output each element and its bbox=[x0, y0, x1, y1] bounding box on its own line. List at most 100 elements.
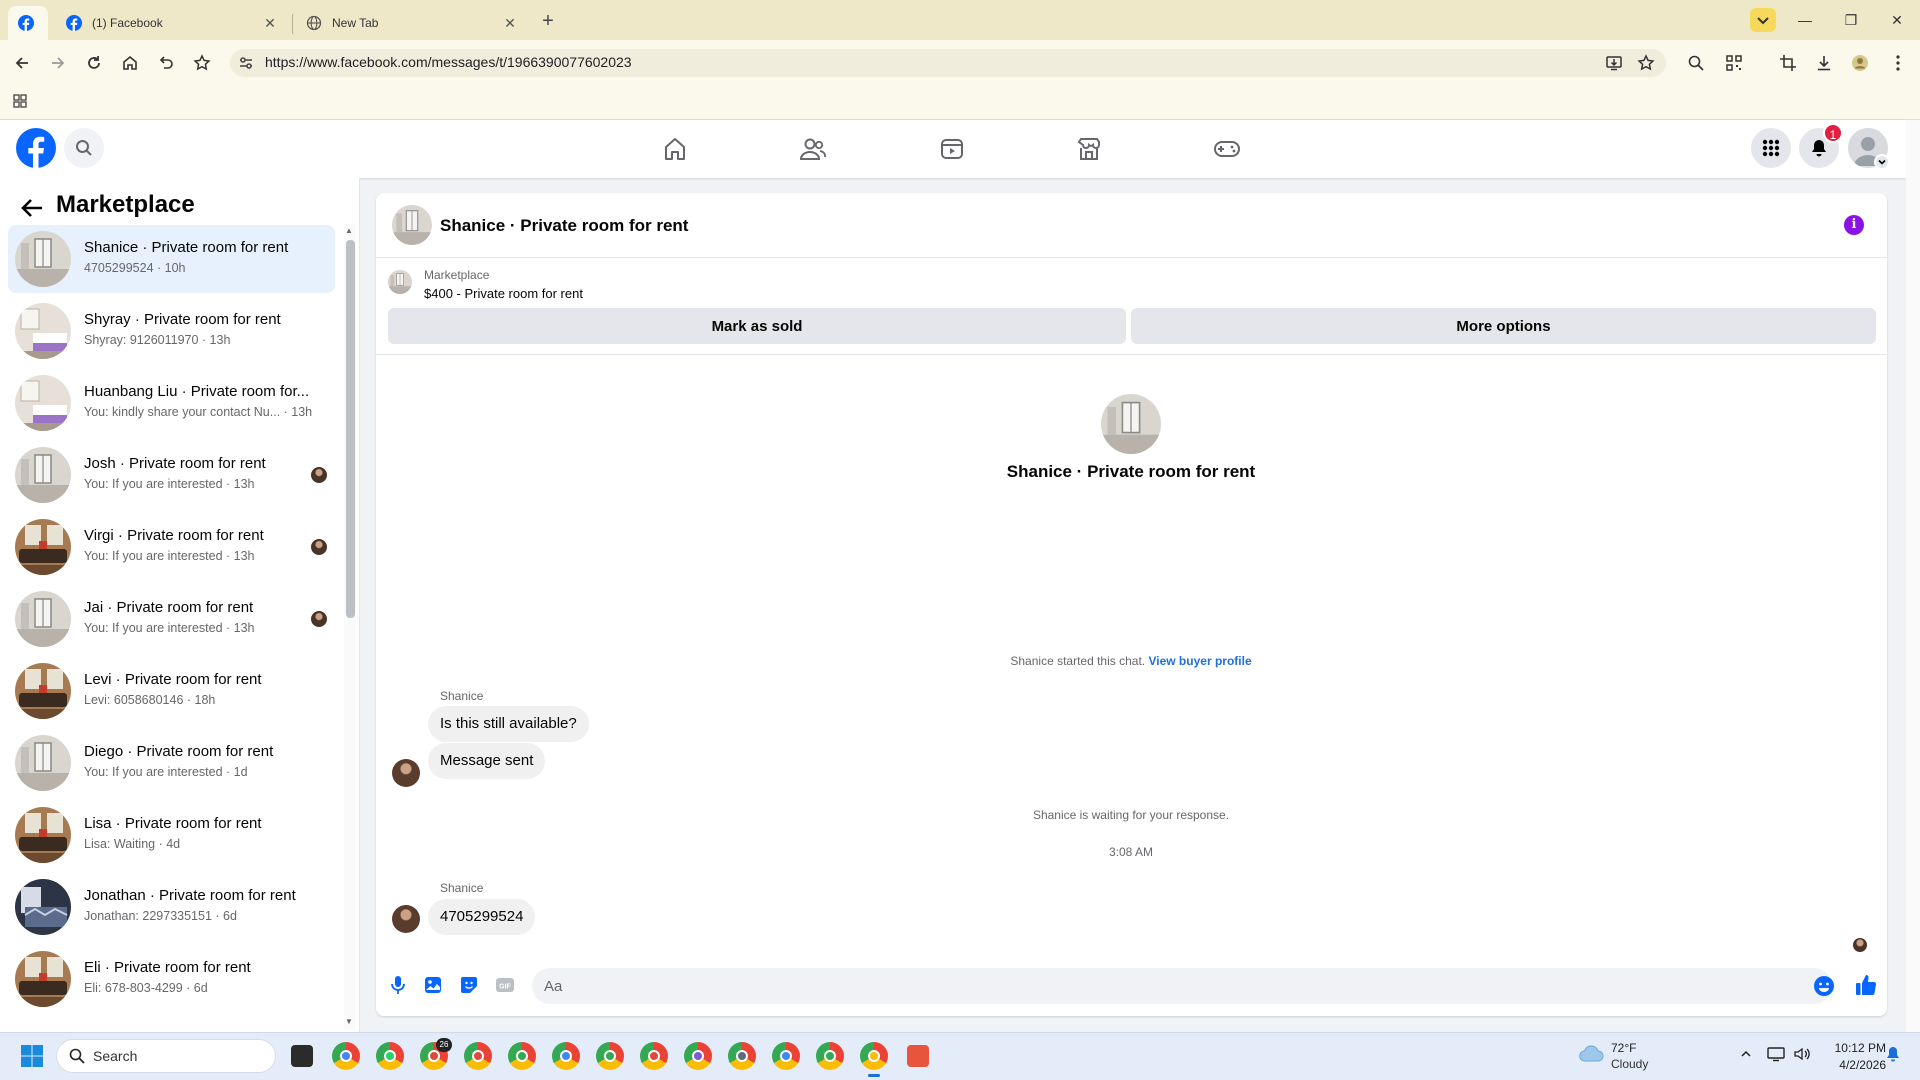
bookmark-page-button[interactable] bbox=[1634, 51, 1658, 75]
message-bubble[interactable]: Is this still available? bbox=[428, 706, 589, 742]
chrome-profile-icon[interactable] bbox=[596, 1042, 624, 1070]
sender-avatar[interactable] bbox=[392, 759, 420, 787]
info-icon[interactable]: i bbox=[1844, 215, 1864, 235]
facebook-search-button[interactable] bbox=[64, 128, 104, 168]
tab-search-button[interactable] bbox=[1750, 8, 1776, 32]
nav-video[interactable] bbox=[936, 133, 968, 165]
undo-button[interactable] bbox=[154, 51, 178, 75]
tab-facebook[interactable]: (1) Facebook ✕ bbox=[56, 6, 288, 40]
nav-home[interactable] bbox=[659, 133, 691, 165]
url-text[interactable]: https://www.facebook.com/messages/t/1966… bbox=[265, 54, 632, 70]
globe-icon bbox=[306, 15, 322, 31]
restore-button[interactable]: ❐ bbox=[1828, 8, 1874, 32]
conversation-item[interactable]: Shyray · Private room for rent Shyray: 91… bbox=[8, 297, 335, 365]
tab-pinned-facebook[interactable] bbox=[8, 6, 48, 40]
voice-clip-button[interactable] bbox=[386, 973, 410, 997]
reload-button[interactable] bbox=[82, 51, 106, 75]
show-hidden-icons-button[interactable] bbox=[1737, 1045, 1755, 1063]
scroll-down-arrow-icon[interactable]: ▼ bbox=[345, 1017, 353, 1026]
chrome-profile-icon[interactable] bbox=[640, 1042, 668, 1070]
listing-photo bbox=[15, 591, 71, 647]
conversation-item[interactable]: Diego · Private room for rent You: If you… bbox=[8, 729, 335, 797]
chrome-profile-icon[interactable] bbox=[860, 1042, 888, 1077]
message-bubble[interactable]: 4705299524 bbox=[428, 899, 536, 935]
notification-center-button[interactable] bbox=[1884, 1045, 1902, 1063]
page-scrollbar[interactable] bbox=[1906, 120, 1920, 1032]
nav-friends[interactable] bbox=[797, 133, 829, 165]
network-button[interactable] bbox=[1767, 1045, 1785, 1063]
crop-button[interactable] bbox=[1776, 51, 1800, 75]
apps-shortcut[interactable] bbox=[8, 89, 32, 113]
windows-start-icon[interactable] bbox=[20, 1044, 44, 1068]
view-buyer-profile-link[interactable]: View buyer profile bbox=[1148, 654, 1251, 668]
weather-temperature[interactable]: 72°F bbox=[1611, 1041, 1636, 1055]
profile-button[interactable] bbox=[1848, 51, 1872, 75]
nav-gaming[interactable] bbox=[1211, 133, 1243, 165]
close-window-button[interactable]: ✕ bbox=[1874, 8, 1920, 32]
browser-menu-button[interactable] bbox=[1886, 51, 1910, 75]
account-menu-caret[interactable] bbox=[1874, 154, 1890, 170]
whatsapp-icon[interactable] bbox=[376, 1042, 404, 1070]
chrome-profile-icon[interactable] bbox=[816, 1042, 844, 1070]
message-input[interactable] bbox=[532, 968, 1832, 1004]
conversation-scrollbar-thumb[interactable] bbox=[346, 240, 355, 618]
listing-thumbnail[interactable] bbox=[388, 270, 412, 294]
conversation-item[interactable]: Eli · Private room for rent Eli: 678-803-… bbox=[8, 945, 335, 1013]
thumbs-up-icon[interactable] bbox=[1853, 972, 1879, 998]
new-tab-button[interactable]: + bbox=[536, 10, 560, 34]
back-button[interactable] bbox=[10, 51, 34, 75]
chrome-profile-icon[interactable] bbox=[772, 1042, 800, 1070]
conversation-item[interactable]: Jonathan · Private room for rent Jonathan… bbox=[8, 873, 335, 941]
more-options-button[interactable]: More options bbox=[1131, 308, 1876, 344]
sender-avatar[interactable] bbox=[392, 905, 420, 933]
chrome-profile-icon[interactable] bbox=[508, 1042, 536, 1070]
conversation-item[interactable]: Levi · Private room for rent Levi: 605868… bbox=[8, 657, 335, 725]
site-info-button[interactable] bbox=[234, 51, 258, 75]
conversation-item[interactable]: Huanbang Liu · Private room for... You: k… bbox=[8, 369, 335, 437]
conversation-item[interactable]: Virgi · Private room for rent You: If you… bbox=[8, 513, 335, 581]
gif-button[interactable]: GIF bbox=[493, 973, 517, 997]
chrome-icon[interactable] bbox=[332, 1042, 360, 1070]
sticker-button[interactable] bbox=[457, 973, 481, 997]
zoom-button[interactable] bbox=[1684, 51, 1708, 75]
clock-date[interactable]: 4/2/2026 bbox=[1816, 1058, 1886, 1072]
downloads-button[interactable] bbox=[1812, 51, 1836, 75]
close-tab-icon[interactable]: ✕ bbox=[262, 15, 278, 31]
conversation-item[interactable]: Shanice · Private room for rent 470529952… bbox=[8, 225, 335, 293]
volume-button[interactable] bbox=[1793, 1045, 1811, 1063]
message-bubble[interactable]: Message sent bbox=[428, 743, 546, 779]
emoji-icon[interactable] bbox=[1813, 975, 1835, 997]
home-button[interactable] bbox=[118, 51, 142, 75]
file-explorer-icon[interactable] bbox=[291, 1045, 313, 1067]
weather-description[interactable]: Cloudy bbox=[1611, 1057, 1648, 1071]
nav-marketplace[interactable] bbox=[1073, 133, 1105, 165]
snipping-tool-icon[interactable] bbox=[907, 1045, 929, 1067]
chat-title[interactable]: Shanice · Private room for rent bbox=[440, 216, 688, 236]
back-arrow-icon[interactable] bbox=[18, 194, 46, 222]
chrome-profile-icon[interactable] bbox=[684, 1042, 712, 1070]
install-app-button[interactable] bbox=[1602, 51, 1626, 75]
qr-code-button[interactable] bbox=[1722, 51, 1746, 75]
facebook-logo-icon[interactable] bbox=[16, 128, 56, 168]
scroll-up-arrow-icon[interactable]: ▲ bbox=[345, 226, 353, 235]
menu-button[interactable] bbox=[1751, 128, 1791, 168]
chrome-profile-icon[interactable] bbox=[552, 1042, 580, 1070]
conversation-item[interactable]: Josh · Private room for rent You: If you … bbox=[8, 441, 335, 509]
taskbar-search[interactable]: Search bbox=[56, 1039, 276, 1073]
tab-new-tab[interactable]: New Tab ✕ bbox=[296, 6, 528, 40]
close-tab-icon[interactable]: ✕ bbox=[502, 15, 518, 31]
clock-time[interactable]: 10:12 PM bbox=[1816, 1041, 1886, 1055]
attach-photo-button[interactable] bbox=[421, 973, 445, 997]
listing-title[interactable]: $400 - Private room for rent bbox=[424, 286, 583, 301]
chrome-profile-icon[interactable] bbox=[464, 1042, 492, 1070]
chrome-profile-icon[interactable]: 26 bbox=[420, 1038, 452, 1070]
mark-as-sold-button[interactable]: Mark as sold bbox=[388, 308, 1126, 344]
forward-button[interactable] bbox=[46, 51, 70, 75]
conversation-item[interactable]: Jai · Private room for rent You: If you a… bbox=[8, 585, 335, 653]
chat-header-thumbnail[interactable] bbox=[392, 205, 432, 245]
cloudy-weather-icon[interactable] bbox=[1578, 1044, 1604, 1062]
settings-gear-icon[interactable] bbox=[728, 1042, 756, 1070]
minimize-button[interactable]: — bbox=[1782, 8, 1828, 32]
conversation-item[interactable]: Lisa · Private room for rent Lisa: Waitin… bbox=[8, 801, 335, 869]
bookmark-star-button[interactable] bbox=[190, 51, 214, 75]
